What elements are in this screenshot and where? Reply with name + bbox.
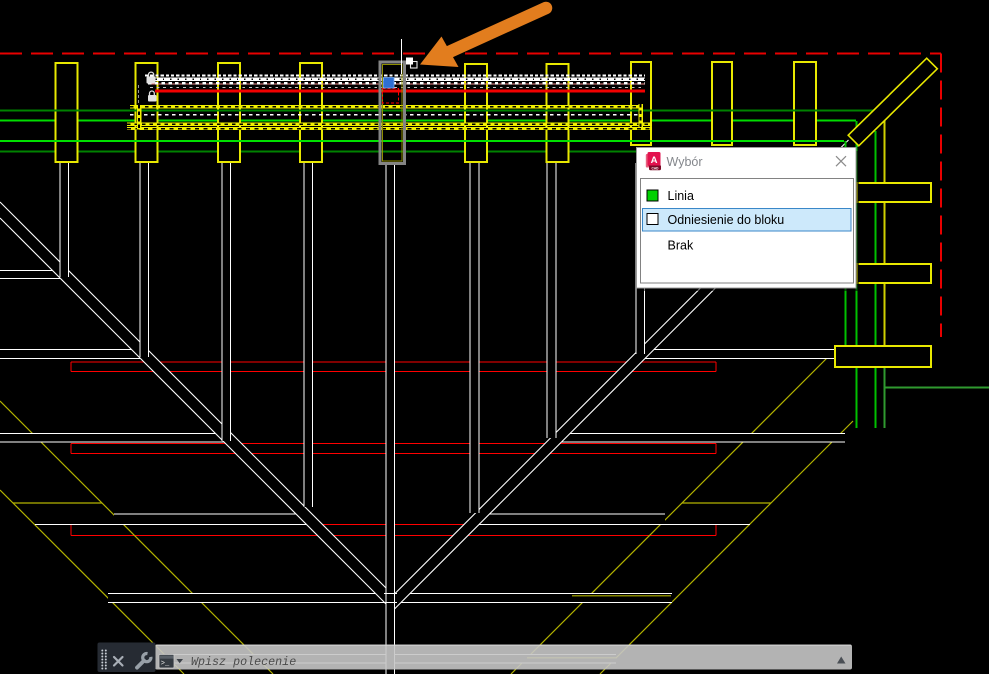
svg-text:>_: >_ (161, 660, 170, 668)
svg-text:Brak: Brak (668, 239, 694, 253)
svg-text:Odniesienie do bloku: Odniesienie do bloku (668, 213, 785, 227)
svg-text:CAD: CAD (652, 166, 660, 170)
svg-text:Linia: Linia (668, 189, 694, 203)
svg-text:Wpisz polecenie: Wpisz polecenie (191, 655, 296, 669)
svg-text:A: A (651, 155, 658, 166)
svg-text:Wybór: Wybór (667, 155, 703, 169)
